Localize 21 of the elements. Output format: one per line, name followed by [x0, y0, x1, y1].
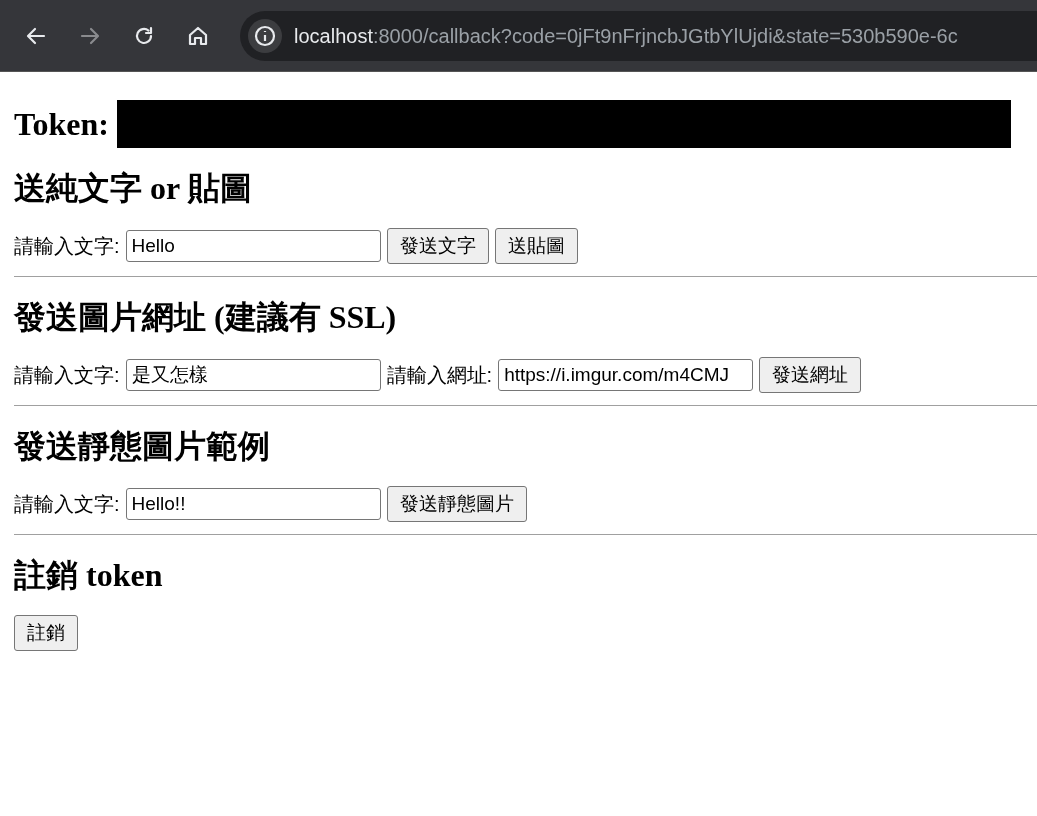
submit-button[interactable]: 發送文字 — [386, 228, 489, 264]
section-heading: 送純文字 or 貼圖 — [14, 169, 253, 208]
url-text: localhost:8000/callback?code=0jFt9nFrjncbJGtbYlUjdi&state=530b590e-6c — [294, 23, 958, 49]
site-info-icon[interactable] — [248, 18, 282, 53]
submit-button[interactable]: 發送靜態圖片 — [386, 486, 527, 522]
address-bar[interactable]: localhost:8000/callback?code=0jFt9nFrjncbJGtbYlUjdi&state=530b590e-6c — [240, 10, 1037, 61]
submit-button[interactable]: 送貼圖 — [494, 228, 578, 264]
text-field[interactable]: Hello!! — [125, 488, 381, 520]
submit-button[interactable]: 發送網址 — [759, 357, 862, 393]
field-label: 請輸入文字: — [14, 363, 120, 388]
token-label: Token: — [14, 105, 109, 144]
field-label: 請輸入文字: — [14, 492, 120, 517]
field-label: 請輸入文字: — [14, 234, 120, 259]
section-heading: 發送圖片網址 (建議有 SSL) — [14, 298, 398, 337]
text-field[interactable]: 是又怎樣 — [125, 359, 381, 391]
field-label: 請輸入網址: — [386, 363, 493, 388]
text-field[interactable]: https://i.imgur.com/m4CMJ — [498, 359, 754, 391]
section-heading: 發送靜態圖片範例 — [14, 427, 271, 466]
section-heading: 註銷 token — [14, 556, 164, 595]
submit-button[interactable]: 註銷 — [14, 615, 78, 651]
text-field[interactable]: Hello — [125, 230, 381, 262]
